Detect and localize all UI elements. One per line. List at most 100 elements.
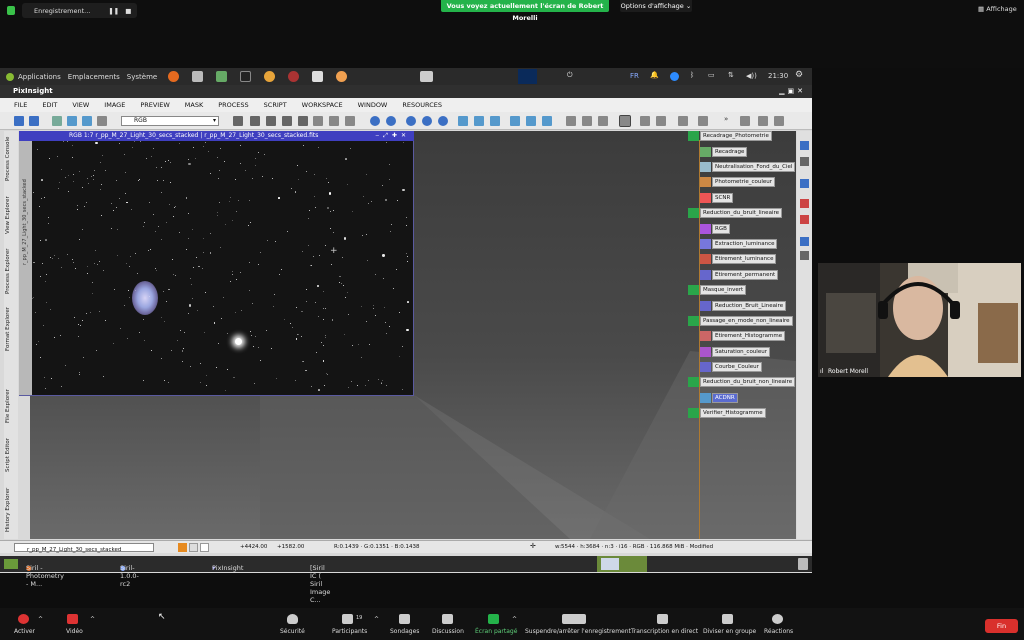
tab-format-explorer[interactable]: Format Explorer — [5, 303, 17, 355]
chat-icon[interactable] — [442, 614, 453, 624]
video-off-icon[interactable] — [67, 614, 78, 624]
image-window-titlebar[interactable]: RGB 1:7 r_pp_M_27_Light_30_secs_stacked … — [19, 131, 414, 141]
process-icon[interactable]: SCNR — [700, 193, 734, 203]
process-icon[interactable]: ACDNR — [700, 393, 738, 403]
toolbar-icon[interactable] — [740, 116, 750, 126]
toolbar-icon[interactable] — [67, 116, 77, 126]
undo-icon[interactable] — [14, 116, 24, 126]
places-menu[interactable]: Emplacements — [68, 73, 120, 81]
participants-button[interactable]: Participants — [332, 628, 367, 635]
toolbar-icon[interactable] — [656, 116, 666, 126]
dock-icon[interactable] — [800, 179, 809, 188]
process-icon[interactable]: Recadrage — [700, 147, 748, 157]
toolbar-icon[interactable] — [698, 116, 708, 126]
monitor-icon[interactable] — [216, 71, 228, 82]
move-icon[interactable] — [298, 116, 308, 126]
transcript-button[interactable]: Transcription en direct — [631, 628, 698, 635]
status-swatch[interactable] — [178, 543, 187, 552]
toolbar-icon[interactable] — [82, 116, 92, 126]
participant-video[interactable] — [818, 263, 1021, 377]
bluetooth-icon[interactable]: ᛒ — [690, 71, 694, 79]
overflow-icon[interactable]: » — [724, 115, 728, 123]
lang-indicator[interactable]: FR — [630, 72, 639, 80]
notification-icon[interactable]: 🔔 — [650, 71, 659, 79]
process-icon[interactable]: Reduction_Bruit_Lineaire — [700, 301, 787, 311]
process-container-icon[interactable]: Masque_invert — [688, 285, 747, 295]
status-swatch[interactable] — [200, 543, 209, 552]
pan-icon[interactable] — [282, 116, 292, 126]
select-icon[interactable] — [313, 116, 323, 126]
security-icon[interactable] — [287, 614, 298, 624]
tab-view-explorer[interactable]: View Explorer — [5, 189, 17, 241]
toolbar-icon[interactable] — [474, 116, 484, 126]
participants-icon[interactable] — [342, 614, 353, 624]
app-icon[interactable] — [288, 71, 300, 82]
reactions-button[interactable]: Réactions — [764, 628, 793, 635]
dock-icon[interactable] — [800, 215, 809, 224]
mic-muted-icon[interactable] — [18, 614, 29, 624]
end-meeting-button[interactable]: Fin — [985, 619, 1018, 633]
toolbar-icon[interactable] — [598, 116, 608, 126]
toolbar-icon[interactable] — [458, 116, 468, 126]
status-swatch[interactable] — [189, 543, 198, 552]
dock-icon[interactable] — [800, 199, 809, 208]
process-container-icon[interactable]: Reduction_du_bruit_non_lineaire — [688, 377, 796, 387]
process-container-icon[interactable]: Verifier_Histogramme — [688, 408, 766, 418]
mute-button[interactable]: Activer — [14, 628, 35, 635]
crosshair-icon[interactable] — [233, 116, 243, 126]
applications-menu[interactable]: Applications — [18, 73, 61, 81]
toolbar-icon[interactable] — [97, 116, 107, 126]
camera-icon[interactable] — [192, 71, 204, 82]
workspace-switcher[interactable] — [597, 556, 647, 572]
mute-options-icon[interactable]: ^ — [38, 616, 43, 623]
zoom-in-icon[interactable] — [370, 116, 380, 126]
pointer-icon[interactable] — [345, 116, 355, 126]
display-button[interactable]: ▦ Affichage — [978, 5, 1017, 13]
menu-script[interactable]: SCRIPT — [264, 101, 287, 109]
zoom-icon[interactable] — [438, 116, 448, 126]
participants-options-icon[interactable]: ^ — [374, 616, 379, 623]
security-button[interactable]: Sécurité — [280, 628, 305, 635]
toolbar-icon[interactable] — [640, 116, 650, 126]
process-container-icon[interactable]: Reduction_du_bruit_lineaire — [688, 208, 782, 218]
astro-image[interactable]: + — [32, 141, 413, 395]
tab-process-console[interactable]: Process Console — [5, 133, 17, 185]
preview-icon[interactable] — [329, 116, 339, 126]
document-icon[interactable] — [312, 71, 324, 82]
zoom-out-icon[interactable] — [386, 116, 396, 126]
share-screen-button[interactable]: Écran partagé — [475, 628, 517, 635]
power-icon[interactable]: ⏻ — [567, 71, 573, 80]
image-window-controls[interactable]: ‒⤢✚✕ — [375, 131, 410, 141]
menu-resources[interactable]: RESOURCES — [402, 101, 442, 109]
zoom-tray-icon[interactable] — [670, 72, 679, 81]
dock-icon[interactable] — [800, 251, 809, 260]
process-container-icon[interactable]: Passage_en_mode_non_lineaire — [688, 316, 793, 326]
record-button[interactable]: Suspendre/arrêter l'enregistrement — [525, 628, 631, 635]
firefox-icon[interactable] — [168, 71, 180, 82]
process-icon[interactable]: Etirement_luminance — [700, 254, 777, 264]
trash-icon[interactable] — [798, 558, 808, 570]
cc-icon[interactable] — [657, 614, 668, 624]
recording-indicator[interactable]: Enregistrement... ❚❚ ■ — [22, 3, 137, 18]
menu-process[interactable]: PROCESS — [218, 101, 248, 109]
polls-button[interactable]: Sondages — [390, 628, 419, 635]
menu-edit[interactable]: EDIT — [42, 101, 57, 109]
reactions-icon[interactable] — [772, 614, 783, 624]
view-selector[interactable]: r_pp_M_27_Light_30_secs_stacked — [14, 543, 154, 553]
system-menu[interactable]: Système — [127, 73, 157, 81]
toolbar-icon[interactable] — [52, 116, 62, 126]
menu-preview[interactable]: PREVIEW — [140, 101, 169, 109]
toolbar-icon[interactable] — [678, 116, 688, 126]
toolbar-icon[interactable] — [526, 116, 536, 126]
fit-icon[interactable] — [250, 116, 260, 126]
toolbar-icon[interactable] — [774, 116, 784, 126]
network-icon[interactable]: ⇅ — [728, 71, 734, 79]
view-options-button[interactable]: Options d'affichage ⌄ — [620, 0, 692, 12]
pause-icon[interactable]: ❚❚ — [108, 7, 119, 15]
keyboard-icon[interactable]: ▭ — [708, 71, 715, 79]
window-switch-icon[interactable] — [420, 71, 433, 82]
pause-record-icon[interactable] — [562, 614, 586, 624]
tab-script-editor[interactable]: Script Editor — [5, 433, 17, 477]
polls-icon[interactable] — [399, 614, 410, 624]
terminal-icon[interactable] — [240, 71, 252, 82]
